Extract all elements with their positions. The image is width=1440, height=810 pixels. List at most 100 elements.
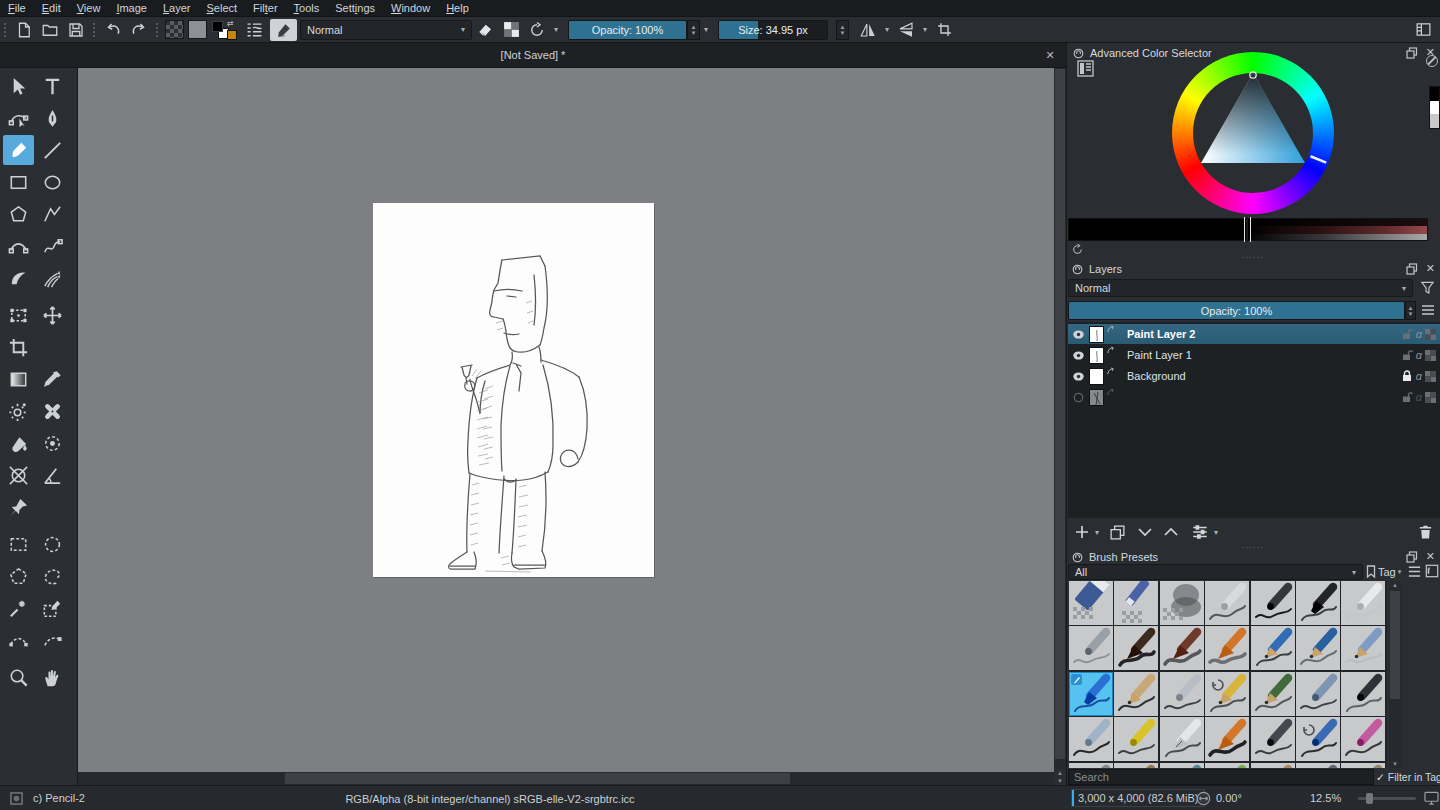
menu-layer[interactable]: Layer — [155, 0, 199, 17]
select-rect-tool[interactable] — [3, 529, 34, 559]
zoom-tool[interactable] — [3, 662, 34, 692]
docker-lock-icon[interactable] — [1073, 48, 1084, 59]
layer-visibility-icon[interactable] — [1072, 328, 1085, 341]
fill-tool[interactable] — [3, 428, 34, 458]
layer-thumbnail[interactable] — [1089, 326, 1104, 343]
close-docker-icon[interactable]: ✕ — [1426, 550, 1435, 563]
colorize-mask-tool[interactable] — [3, 396, 34, 426]
add-layer-button[interactable] — [1073, 523, 1091, 541]
brush-preset-row5-5[interactable] — [1251, 763, 1295, 768]
gradient-tool[interactable] — [3, 364, 34, 394]
brush-preset-pen-blue-fine[interactable] — [1296, 672, 1340, 716]
mirror-horizontal-caret[interactable]: ▾ — [881, 25, 893, 34]
foreground-background-colors[interactable]: ⇄ — [212, 19, 238, 41]
open-document-button[interactable] — [37, 19, 63, 41]
choose-brush-preset-button[interactable] — [241, 19, 267, 41]
polyline-tool[interactable] — [37, 199, 68, 229]
brush-grid-scrollbar[interactable]: ▲ ▼ — [1389, 581, 1401, 768]
layer-alpha-icon[interactable]: α — [1416, 391, 1422, 403]
current-brush-icon[interactable] — [10, 792, 23, 805]
add-layer-caret[interactable]: ▾ — [1091, 528, 1103, 537]
menu-edit[interactable]: Edit — [34, 0, 69, 17]
move-layer-up-button[interactable] — [1162, 523, 1180, 541]
brush-preset-marker-blue[interactable] — [1069, 672, 1113, 716]
brush-preset-row5-6[interactable] — [1296, 763, 1340, 768]
canvas-angle[interactable]: 0.00° — [1196, 789, 1242, 807]
inherit-alpha-icon[interactable] — [1106, 325, 1115, 334]
layer-lock-icon[interactable] — [1401, 328, 1413, 340]
bezier-curve-tool[interactable] — [3, 231, 34, 261]
vertical-scrollbar[interactable] — [1054, 68, 1066, 785]
canvas-area[interactable] — [78, 68, 1054, 772]
tag-button[interactable]: Tag▾ — [1366, 563, 1401, 580]
crop-toolbar-button[interactable] — [931, 19, 957, 41]
layer-list-menu-icon[interactable] — [1420, 303, 1436, 317]
float-docker-icon[interactable] — [1406, 263, 1418, 275]
toolbar-grip[interactable] — [92, 22, 97, 38]
color-sampler-tool[interactable] — [37, 364, 68, 394]
menu-view[interactable]: View — [69, 0, 109, 17]
filter-in-tag-checkbox[interactable]: ✓Filter in Tag — [1376, 769, 1440, 785]
menu-tools[interactable]: Tools — [286, 0, 328, 17]
reference-images-tool[interactable] — [3, 492, 34, 522]
pan-tool[interactable] — [37, 662, 68, 692]
delete-layer-button[interactable] — [1417, 523, 1434, 541]
layer-lock-icon[interactable] — [1401, 370, 1413, 382]
color-selector-settings-icon[interactable] — [1077, 60, 1094, 77]
horizontal-scrollbar-thumb[interactable] — [285, 773, 790, 784]
redo-button[interactable] — [126, 19, 152, 41]
tab-close-button[interactable]: ✕ — [1042, 47, 1058, 63]
brush-preset-pencil-blue-2[interactable] — [1296, 626, 1340, 670]
document-canvas[interactable] — [373, 203, 654, 577]
new-document-button[interactable] — [11, 19, 37, 41]
brush-preset-blender-soft[interactable] — [1160, 581, 1204, 625]
preserve-alpha-button[interactable] — [498, 19, 524, 41]
select-shapes-tool[interactable] — [3, 71, 34, 101]
brush-search-input[interactable]: Search — [1068, 769, 1374, 785]
float-docker-icon[interactable] — [1406, 551, 1418, 563]
scrollbar-corner[interactable]: ▲▼ — [1054, 769, 1066, 785]
display-mode-icon[interactable] — [1424, 791, 1439, 805]
swap-colors-icon[interactable]: ⇄ — [227, 19, 234, 28]
layer-alpha-icon[interactable]: α — [1416, 349, 1422, 361]
menu-select[interactable]: Select — [199, 0, 246, 17]
reload-preset-button[interactable] — [524, 19, 550, 41]
select-polygon-tool[interactable] — [3, 561, 34, 591]
mirror-vertical-caret[interactable]: ▾ — [919, 25, 931, 34]
opacity-spinner[interactable]: ▲▼ — [687, 20, 700, 40]
layer-visibility-icon[interactable] — [1072, 370, 1085, 383]
value-swatch-strip[interactable] — [1429, 86, 1440, 129]
pattern-swatch[interactable] — [188, 20, 207, 39]
brush-preset-eraser-large[interactable] — [1069, 581, 1113, 625]
move-tool[interactable] — [37, 300, 68, 330]
zoom-slider[interactable] — [1358, 797, 1416, 800]
select-ellipse-tool[interactable] — [37, 529, 68, 559]
brush-preset-pen-metal-blue[interactable] — [1069, 717, 1113, 761]
layer-visibility-icon[interactable] — [1072, 349, 1085, 362]
brush-preset-fountain-pen[interactable] — [1160, 717, 1204, 761]
layer-style-icon[interactable] — [1425, 371, 1436, 382]
save-button[interactable] — [63, 19, 89, 41]
zoom-slider-knob[interactable] — [1366, 793, 1373, 804]
select-contiguous-tool[interactable] — [3, 593, 34, 623]
line-tool[interactable] — [37, 135, 68, 165]
enclose-fill-tool[interactable] — [37, 428, 68, 458]
measure-tool[interactable] — [37, 460, 68, 490]
brush-preset-row5-7[interactable] — [1341, 763, 1385, 768]
brush-preset-pen-script[interactable] — [1341, 672, 1385, 716]
hue-wheel[interactable] — [1172, 52, 1334, 214]
brush-preset-pencil-tan[interactable] — [1114, 672, 1158, 716]
blending-mode-select[interactable]: Normal▾ — [300, 20, 472, 40]
brush-preset-pencil-yellow[interactable] — [1205, 672, 1249, 716]
layer-opacity-spinner[interactable]: ▲▼ — [1405, 301, 1416, 320]
brush-preset-pen-yellow[interactable] — [1114, 717, 1158, 761]
layer-row[interactable]: Paint Layer 1α — [1068, 345, 1440, 365]
duplicate-layer-button[interactable] — [1109, 524, 1126, 541]
ellipse-tool[interactable] — [37, 167, 68, 197]
brush-preset-pencil-pale[interactable] — [1341, 626, 1385, 670]
toolbar-grip[interactable] — [155, 22, 160, 38]
horizontal-scrollbar[interactable] — [78, 772, 1054, 785]
brush-preset-pen-blue-sketch[interactable] — [1296, 717, 1340, 761]
undo-button[interactable] — [100, 19, 126, 41]
eraser-mode-button[interactable] — [472, 19, 498, 41]
